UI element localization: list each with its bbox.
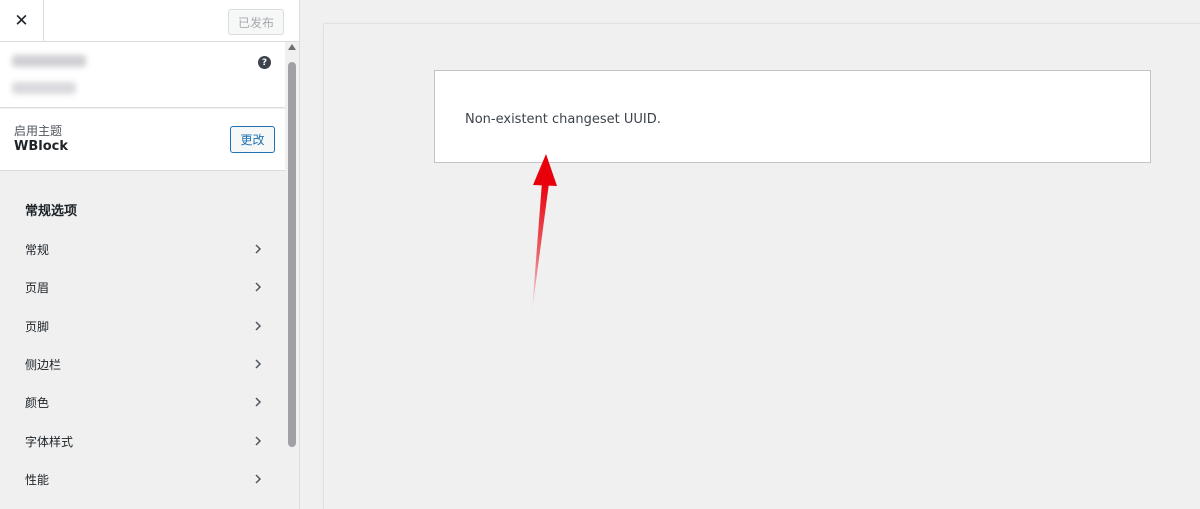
chevron-right-icon [252,435,264,447]
change-theme-button[interactable]: 更改 [230,126,275,153]
chevron-right-icon [252,320,264,332]
section-title: 常规选项 [25,204,78,219]
menu-item-label: 侧边栏 [25,357,62,372]
menu-item-label: 常规 [25,242,50,257]
customizer-header: ✕ 已发布 [0,0,299,42]
chevron-right-icon [252,358,264,370]
menu-item-general[interactable]: 常规 [0,230,285,268]
blurred-text [12,55,86,67]
scroll-up-arrow-icon[interactable] [288,44,296,50]
menu-item-footer[interactable]: 页脚 [0,307,285,345]
theme-name: WBlock [14,139,68,154]
scrollbar-thumb[interactable] [288,62,296,447]
chevron-right-icon [252,243,264,255]
chevron-right-icon [252,396,264,408]
chevron-right-icon [252,473,264,485]
menu-item-label: 字体样式 [25,434,74,449]
menu-item-header[interactable]: 页眉 [0,268,285,306]
active-theme-panel: 启用主题 WBlock 更改 [0,109,285,171]
blurred-site-title [12,82,76,94]
customizing-info-panel: ? [0,42,285,108]
sidebar-content: ? 启用主题 WBlock 更改 常规选项 常规 页眉 页脚 侧边栏 颜色 字体… [0,42,285,509]
menu-item-label: 颜色 [25,395,50,410]
menu-item-label: 页眉 [25,280,50,295]
help-icon[interactable]: ? [258,56,271,69]
customizer-sidebar: ✕ 已发布 ? 启用主题 WBlock 更改 常规选项 常规 页眉 页脚 侧边栏 [0,0,300,509]
publish-button[interactable]: 已发布 [228,9,284,35]
annotation-arrow-icon [532,154,557,312]
close-icon[interactable]: ✕ [0,0,44,42]
chevron-right-icon [252,281,264,293]
menu-item-label: 性能 [25,472,50,487]
menu-item-label: 页脚 [25,319,50,334]
sidebar-scrollbar[interactable] [285,42,299,509]
menu-item-colors[interactable]: 颜色 [0,383,285,421]
menu-item-performance[interactable]: 性能 [0,460,285,498]
theme-label: 启用主题 [14,124,63,138]
menu-item-typography[interactable]: 字体样式 [0,422,285,460]
error-message: Non-existent changeset UUID. [465,112,661,127]
menu-item-sidebar[interactable]: 侧边栏 [0,345,285,383]
